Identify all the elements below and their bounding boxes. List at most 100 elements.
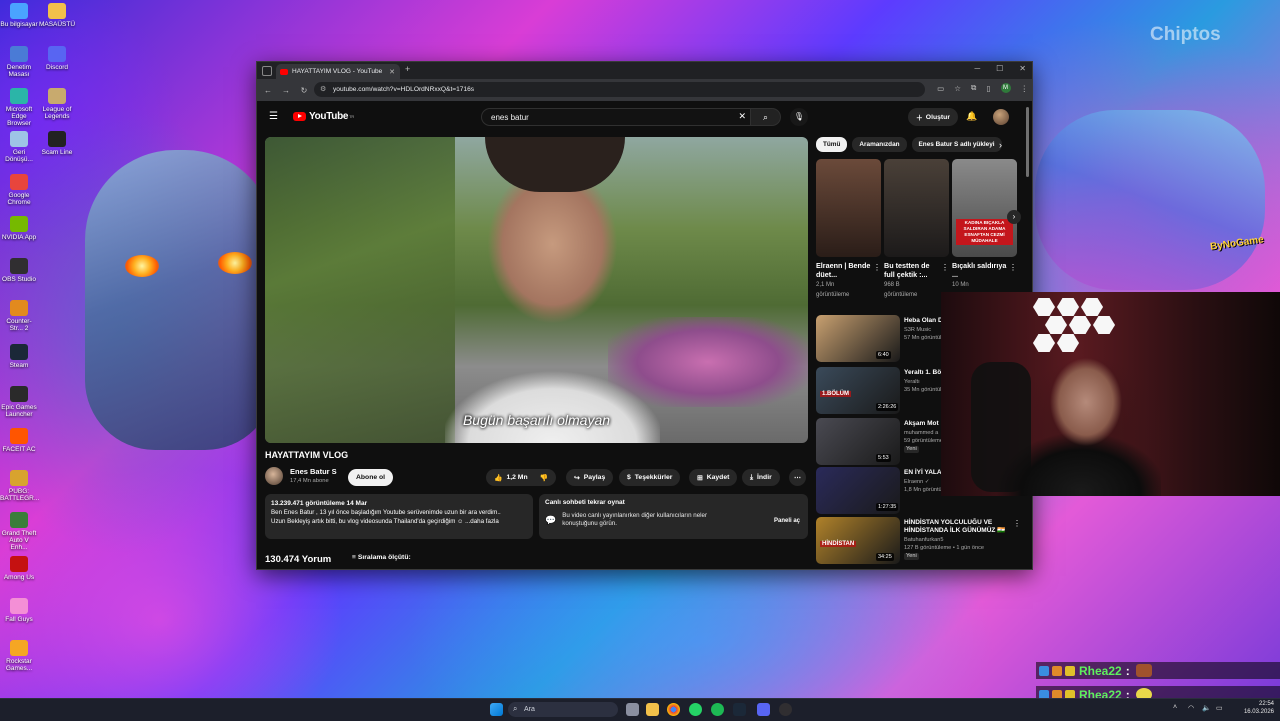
toolbar-right: ▭ ☆ ⧉ ▯ M ⋮	[937, 83, 1028, 93]
maximize-icon[interactable]: ☐	[996, 64, 1003, 73]
plus-icon: ＋	[916, 115, 923, 122]
related-video[interactable]: HİNDİSTAN 34:25 HİNDİSTAN YOLCULUĞU VE HİN…	[816, 517, 1021, 567]
chip-all[interactable]: Tümü	[816, 137, 848, 152]
battery-icon[interactable]: ▭	[1216, 704, 1223, 712]
profile-avatar[interactable]: M	[1000, 83, 1011, 93]
desktop-icon[interactable]: FACEIT AC	[0, 428, 38, 453]
chip-uploader[interactable]: Enes Batur S adlı yükleyi	[911, 137, 1002, 152]
short-item[interactable]: KADINA BIÇAKLA SALDIRAN ADAMA ESNAFTAN C…	[952, 159, 1017, 299]
spotify-icon[interactable]	[711, 703, 724, 716]
cast-icon[interactable]: ▭	[937, 84, 944, 93]
file-explorer-icon[interactable]	[646, 703, 659, 716]
desktop-icon[interactable]: OBS Studio	[0, 258, 38, 283]
chips-next-icon[interactable]: ›	[999, 140, 1002, 150]
share-button[interactable]: ↪ Paylaş	[566, 469, 614, 486]
video-channel: Yeraltı	[904, 379, 920, 385]
create-button[interactable]: ＋ Oluştur	[908, 108, 958, 126]
scrollbar-thumb[interactable]	[1026, 107, 1029, 177]
menu-hamburger-icon[interactable]: ☰	[269, 111, 278, 122]
desktop-icon[interactable]: Bu bilgisayar	[0, 3, 38, 28]
discord-taskbar-icon[interactable]	[757, 703, 770, 716]
chat-bubble-icon: 💬	[545, 515, 557, 525]
volume-icon[interactable]: 🔈	[1202, 704, 1211, 712]
forward-icon[interactable]: →	[277, 86, 295, 95]
new-tab-button[interactable]: +	[405, 64, 410, 74]
account-avatar[interactable]	[993, 109, 1009, 125]
desktop-icon[interactable]: Discord	[38, 46, 76, 71]
desktop-icon-label: Denetim Masası	[6, 64, 32, 78]
sidebar-icon[interactable]: ▯	[986, 84, 990, 93]
channel-name[interactable]: Enes Batur S	[290, 467, 337, 476]
save-button[interactable]: ⊞ Kaydet	[689, 469, 738, 486]
desktop-icon[interactable]: Grand Theft Auto V Enh...	[0, 512, 38, 551]
short-menu-icon[interactable]: ⋮	[873, 263, 881, 272]
tray-chevron-icon[interactable]: ˄	[1173, 704, 1177, 711]
channel-avatar[interactable]	[265, 467, 283, 485]
short-menu-icon[interactable]: ⋮	[1009, 263, 1017, 272]
desktop-icon[interactable]: Denetim Masası	[0, 46, 38, 78]
whatsapp-icon[interactable]	[689, 703, 702, 716]
desktop-icon[interactable]: Geri Dönüşü...	[0, 131, 38, 163]
desktop-icon[interactable]: Rockstar Games...	[0, 640, 38, 672]
tab-youtube[interactable]: HAYATTAYIM VLOG - YouTube ✕	[276, 64, 400, 79]
desktop-icon[interactable]: PUBG: BATTLEGR...	[0, 470, 40, 502]
more-actions-button[interactable]: ⋯	[789, 469, 806, 486]
voice-search-button[interactable]: 🎙	[790, 108, 808, 126]
desktop-icon[interactable]: Epic Games Launcher	[0, 386, 38, 418]
desktop-icon-label: PUBG: BATTLEGR...	[0, 488, 40, 502]
desktop-icon[interactable]: Steam	[0, 344, 38, 369]
url-field[interactable]: ⚙ youtube.com/watch?v=HDLOrdNRxxQ&t=1716…	[314, 82, 925, 97]
video-player[interactable]: Bugün başarılı olmayan	[265, 137, 808, 443]
tab-menu-icon[interactable]	[262, 66, 272, 76]
thumbs-down-icon[interactable]: 👎	[540, 474, 548, 482]
search-button[interactable]: ⌕	[751, 108, 781, 126]
desktop-icon[interactable]: Microsoft Edge Browser	[0, 88, 38, 127]
chip-from-search[interactable]: Aramanızdan	[852, 137, 907, 152]
chrome-menu-icon[interactable]: ⋮	[1021, 84, 1029, 93]
start-windows-icon[interactable]	[490, 703, 503, 716]
open-panel-button[interactable]: Paneli aç	[774, 518, 800, 524]
desktop-icon[interactable]: Counter-Str... 2	[0, 300, 38, 332]
wifi-icon[interactable]: ◠	[1188, 704, 1194, 712]
notifications-bell-icon[interactable]: 🔔	[966, 111, 977, 122]
close-window-icon[interactable]: ✕	[1019, 64, 1026, 73]
thanks-button[interactable]: $ Teşekkürler	[619, 469, 681, 486]
site-info-icon[interactable]: ⚙	[320, 85, 326, 93]
back-icon[interactable]: ←	[259, 86, 277, 95]
task-view-icon[interactable]	[626, 703, 639, 716]
clear-search-icon[interactable]: ✕	[738, 111, 746, 122]
subscribe-button[interactable]: Abone ol	[348, 469, 394, 486]
video-menu-icon[interactable]: ⋮	[1013, 519, 1021, 528]
desktop-icon[interactable]: Among Us	[0, 556, 38, 581]
taskbar-search[interactable]: ⌕ Ara	[508, 702, 618, 717]
description-box[interactable]: 13.239.471 görüntüleme 14 Mar Ben Enes B…	[265, 494, 533, 539]
clock[interactable]: 22:54 16.03.2026	[1244, 700, 1274, 716]
download-button[interactable]: ⤓ İndir	[742, 469, 780, 486]
obs-taskbar-icon[interactable]	[779, 703, 792, 716]
tab-close-icon[interactable]: ✕	[389, 68, 395, 76]
short-item[interactable]: Elraenn | Bende düet... 2,1 Mn görüntüle…	[816, 159, 881, 299]
extensions-icon[interactable]: ⧉	[971, 83, 976, 93]
sort-comments-button[interactable]: ≡ Sıralama ölçütü:	[352, 554, 411, 561]
reload-icon[interactable]: ↻	[295, 86, 313, 95]
desktop-icon[interactable]: League of Legends	[38, 88, 76, 120]
download-icon: ⤓	[750, 473, 754, 481]
like-button[interactable]: 👍 1,2 Mn 👎	[486, 469, 557, 486]
edge-icon	[10, 88, 28, 104]
chrome-taskbar-icon[interactable]	[667, 703, 680, 716]
youtube-logo[interactable]: YouTube TR	[293, 111, 354, 122]
short-item[interactable]: Bu testten de full çektik :... 968 B gör…	[884, 159, 949, 299]
youtube-header: ☰ YouTube TR enes batur ✕ ⌕ 🎙 ＋ Oluştur …	[257, 103, 1032, 131]
desktop-icon[interactable]: Fall Guys	[0, 598, 38, 623]
desktop-icon-label: Rockstar Games...	[5, 658, 33, 672]
desktop-icon[interactable]: MASAÜSTÜ	[38, 3, 76, 28]
desktop-icon[interactable]: NVIDIA App	[0, 216, 38, 241]
minimize-icon[interactable]: ─	[974, 64, 980, 73]
shorts-next-button[interactable]: ›	[1007, 210, 1021, 224]
bookmark-star-icon[interactable]: ☆	[954, 84, 961, 93]
short-menu-icon[interactable]: ⋮	[941, 263, 949, 272]
search-input[interactable]: enes batur ✕	[481, 108, 751, 126]
desktop-icon[interactable]: Google Chrome	[0, 174, 38, 206]
steam-taskbar-icon[interactable]	[733, 703, 746, 716]
desktop-icon[interactable]: Scam Line	[38, 131, 76, 156]
